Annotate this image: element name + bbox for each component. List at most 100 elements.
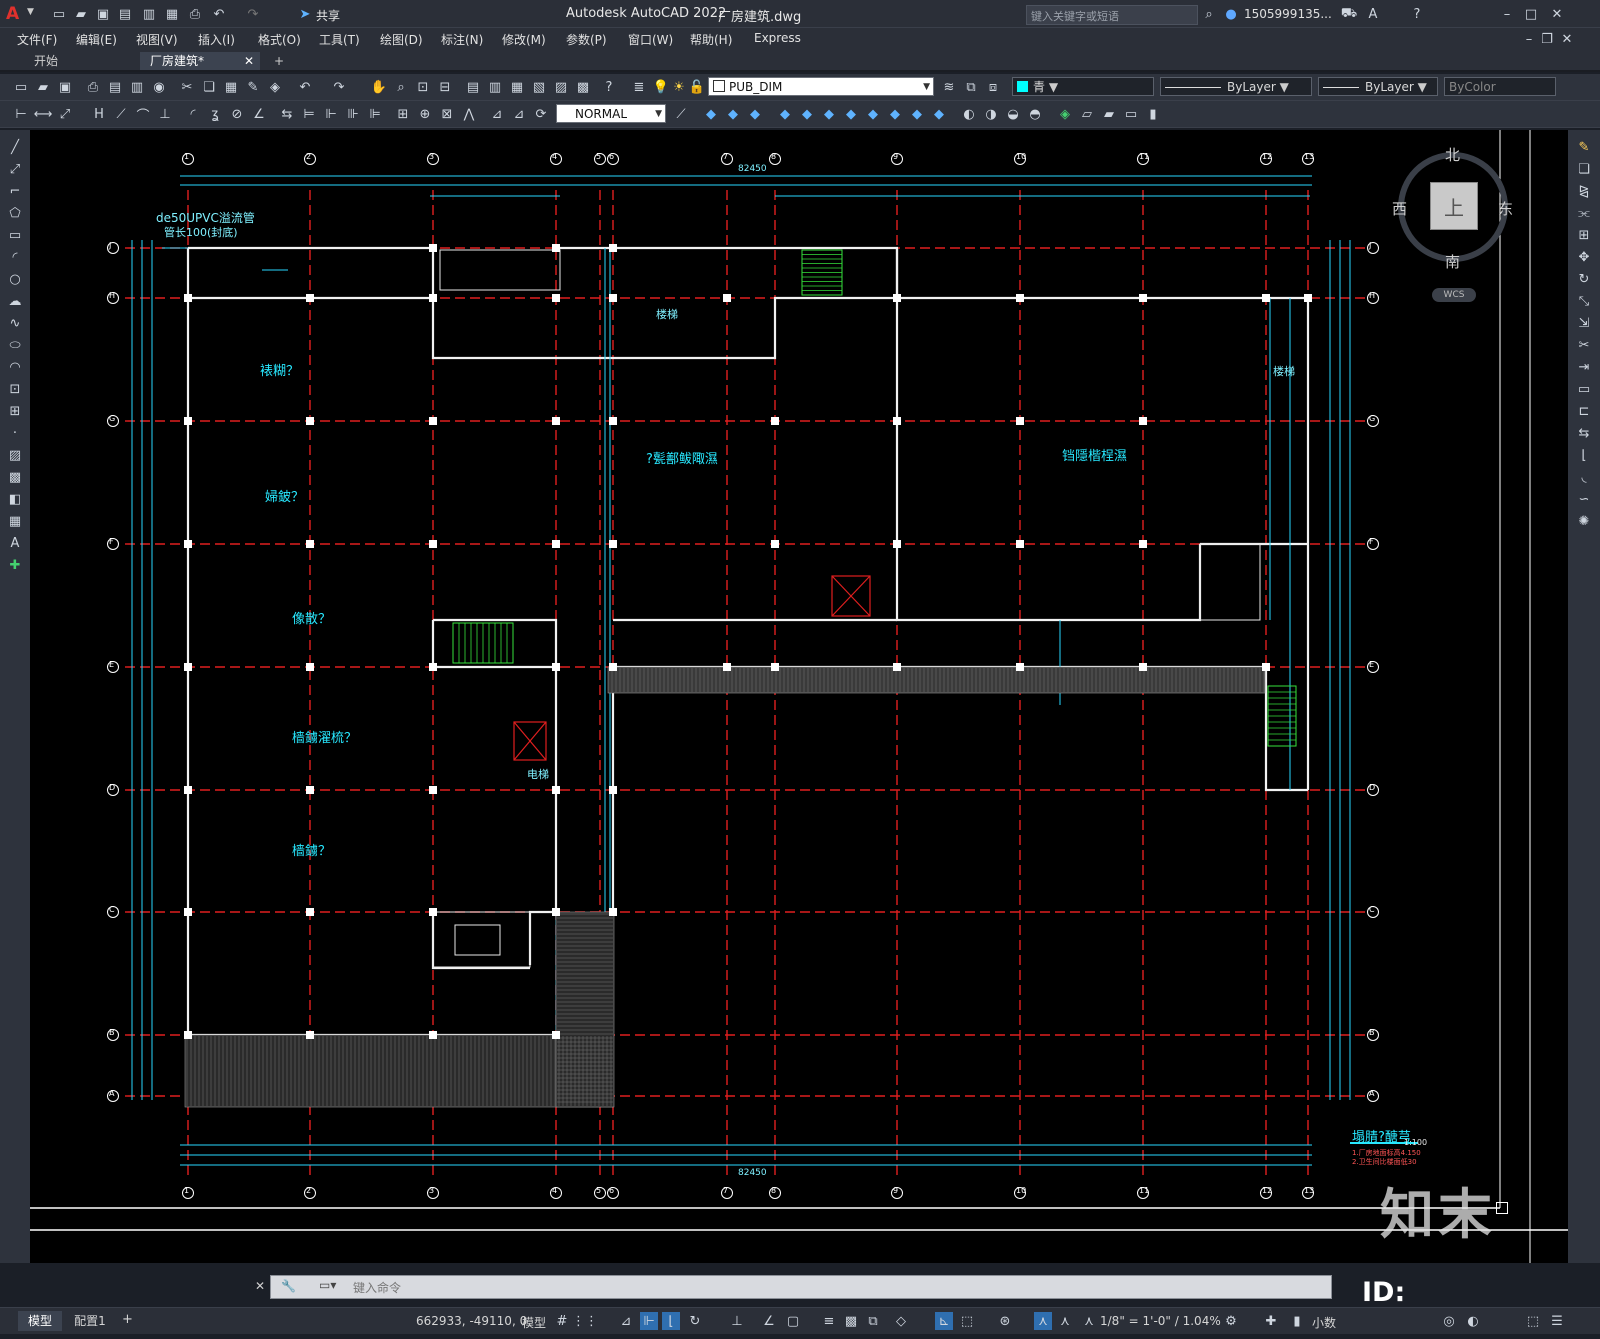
isolate-objects-icon[interactable]: ◎ <box>1440 1312 1458 1330</box>
new-file-icon[interactable]: ▭ <box>50 5 68 23</box>
tb2-dim-linear-icon[interactable]: H <box>90 105 108 123</box>
tb2-3d-cone-icon[interactable]: ◆ <box>746 105 764 123</box>
tb-calc-icon[interactable]: ▩ <box>574 78 592 96</box>
spline-tool-icon[interactable]: ∿ <box>6 314 24 332</box>
autodesk-account-icon[interactable]: A <box>1364 5 1382 23</box>
tb-cut-icon[interactable]: ✂ <box>178 78 196 96</box>
polar-tracking-icon[interactable]: ↻ <box>686 1312 704 1330</box>
close-icon[interactable]: ✕ <box>1548 5 1566 23</box>
command-input[interactable]: 键入命令 <box>353 1279 401 1296</box>
tb2-dim-jogged-icon[interactable]: ʓ <box>206 105 224 123</box>
selection-filter-icon[interactable]: ⬚ <box>958 1312 976 1330</box>
tb2-baseline-icon[interactable]: ⊨ <box>300 105 318 123</box>
annotation-scale-icon[interactable]: ⋏ <box>1080 1312 1098 1330</box>
scale-tool-icon[interactable]: ⤡ <box>1575 292 1593 310</box>
revcloud-tool-icon[interactable]: ☁ <box>6 292 24 310</box>
erase-tool-icon[interactable]: ✎ <box>1575 138 1593 156</box>
layer-previous-icon[interactable]: ⧉ <box>962 78 980 96</box>
menu-draw[interactable]: 绘图(D) <box>380 31 423 48</box>
transparency-toggle-icon[interactable]: ▩ <box>842 1312 860 1330</box>
3d-osnap-icon[interactable]: ◇ <box>892 1312 910 1330</box>
tb2-continue-icon[interactable]: ⊩ <box>322 105 340 123</box>
layer-lock-icon[interactable]: 🔓 <box>688 78 706 96</box>
tb2-jogline-icon[interactable]: ⋀ <box>460 105 478 123</box>
tb-matchprop-icon[interactable]: ✎ <box>244 78 262 96</box>
minimize-icon[interactable]: – <box>1498 5 1516 23</box>
cart-icon[interactable]: ⛟ <box>1340 5 1358 23</box>
grid-toggle-icon[interactable]: # <box>553 1312 571 1330</box>
share-button[interactable]: 共享 <box>316 7 340 24</box>
tb-pan-icon[interactable]: ✋ <box>370 78 388 96</box>
object-snap-tracking-icon[interactable]: ∠ <box>760 1312 778 1330</box>
chamfer-tool-icon[interactable]: ⌊ <box>1575 446 1593 464</box>
menu-express[interactable]: Express <box>754 31 801 45</box>
tb-open-icon[interactable]: ▰ <box>34 78 52 96</box>
layer-combo[interactable]: PUB_DIM ▼ <box>708 77 934 96</box>
clean-screen-icon[interactable]: ⬚ <box>1524 1312 1542 1330</box>
polyline-tool-icon[interactable]: ⌐ <box>6 182 24 200</box>
tb-zoom-previous-icon[interactable]: ⊟ <box>436 78 454 96</box>
lineweight-dropdown-icon[interactable]: ▼ <box>1418 80 1427 94</box>
tb2-textedit-icon[interactable]: ⊿ <box>510 105 528 123</box>
tb-new-icon[interactable]: ▭ <box>12 78 30 96</box>
ortho-toggle-icon[interactable]: ⌊ <box>662 1312 680 1330</box>
tb2-imprint-icon[interactable]: ▮ <box>1144 105 1162 123</box>
tb2-tolerance-icon[interactable]: ⊞ <box>394 105 412 123</box>
floor-plan-drawing[interactable] <box>30 130 1568 1263</box>
linetype-dropdown-icon[interactable]: ▼ <box>1280 80 1289 94</box>
annotation-monitor-icon[interactable]: ✚ <box>1262 1312 1280 1330</box>
viewcube-south[interactable]: 南 <box>1445 251 1460 272</box>
fillet-tool-icon[interactable]: ◟ <box>1575 468 1593 486</box>
hardware-acceleration-icon[interactable]: ◐ <box>1464 1312 1482 1330</box>
tb2-update-icon[interactable]: ⟳ <box>532 105 550 123</box>
tb-help-icon[interactable]: ? <box>600 78 618 96</box>
linetype-combo[interactable]: ByLayer ▼ <box>1160 77 1312 96</box>
viewcube-west[interactable]: 西 <box>1392 198 1407 219</box>
tb2-dim-arc-icon[interactable]: ⌒ <box>134 105 152 124</box>
tb2-dim-angular-icon[interactable]: ∠ <box>250 105 268 123</box>
join-tool-icon[interactable]: ⇆ <box>1575 424 1593 442</box>
tab-drawing[interactable]: 厂房建筑* ✕ <box>140 52 260 70</box>
stair-label-1[interactable]: 楼梯 <box>656 306 678 322</box>
search-box[interactable]: 键入关键字或短语 <box>1026 5 1198 25</box>
dynamic-ucs-icon[interactable]: ⊾ <box>935 1312 953 1330</box>
layer-freeze-icon[interactable]: ☀ <box>670 78 688 96</box>
auto-scale-icon[interactable]: ⋏ <box>1056 1312 1074 1330</box>
copy-tool-icon[interactable]: ❏ <box>1575 160 1593 178</box>
elevator-label[interactable]: 电梯 <box>527 766 549 782</box>
room-label-5[interactable]: 樯鐪？ <box>292 840 331 859</box>
tb2-3d-pyramid-icon[interactable]: ◆ <box>842 105 860 123</box>
move-tool-icon[interactable]: ✥ <box>1575 248 1593 266</box>
infer-constraints-icon[interactable]: ⊿ <box>617 1312 635 1330</box>
tb2-extract-icon[interactable]: ▭ <box>1122 105 1140 123</box>
menu-dimension[interactable]: 标注(N) <box>441 31 483 48</box>
isodraft-icon[interactable]: ⊥ <box>728 1312 746 1330</box>
customization-icon[interactable]: ☰ <box>1548 1312 1566 1330</box>
explode-tool-icon[interactable]: ✺ <box>1575 512 1593 530</box>
tb2-slice-icon[interactable]: ◓ <box>1026 105 1044 123</box>
menu-window[interactable]: 窗口(W) <box>628 31 673 48</box>
rectangle-tool-icon[interactable]: ▭ <box>6 226 24 244</box>
tb2-linear-icon[interactable]: ⟷ <box>34 105 53 123</box>
open-web-icon[interactable]: ▥ <box>140 5 158 23</box>
tb2-union-icon[interactable]: ◐ <box>960 105 978 123</box>
snap-toggle-icon[interactable]: ⋮⋮ <box>572 1312 598 1330</box>
line-tool-icon[interactable]: ╱ <box>6 138 24 156</box>
tb2-break-icon[interactable]: ⊫ <box>366 105 384 123</box>
dynamic-input-icon[interactable]: ⊩ <box>640 1312 658 1330</box>
tb2-intersect-icon[interactable]: ◒ <box>1004 105 1022 123</box>
tb2-subtract-icon[interactable]: ◑ <box>982 105 1000 123</box>
tb2-center-icon[interactable]: ⊕ <box>416 105 434 123</box>
tb-copy-icon[interactable]: ❏ <box>200 78 218 96</box>
tb-paste-icon[interactable]: ▦ <box>222 78 240 96</box>
offset-tool-icon[interactable]: ⫘ <box>1575 204 1593 222</box>
tb-undo-icon[interactable]: ↶ <box>296 78 314 96</box>
tb2-dim-ordinate-icon[interactable]: ⊥ <box>156 105 174 123</box>
tb2-space-icon[interactable]: ⊪ <box>344 105 362 123</box>
command-history-icon[interactable]: ▭▾ <box>319 1278 336 1292</box>
plot-icon[interactable]: ⎙ <box>186 5 204 23</box>
room-label-1[interactable]: 裱糊？ <box>260 360 299 379</box>
tb2-loft-icon[interactable]: ◆ <box>930 105 948 123</box>
region-tool-icon[interactable]: ◧ <box>6 490 24 508</box>
menu-format[interactable]: 格式(O) <box>258 31 301 48</box>
